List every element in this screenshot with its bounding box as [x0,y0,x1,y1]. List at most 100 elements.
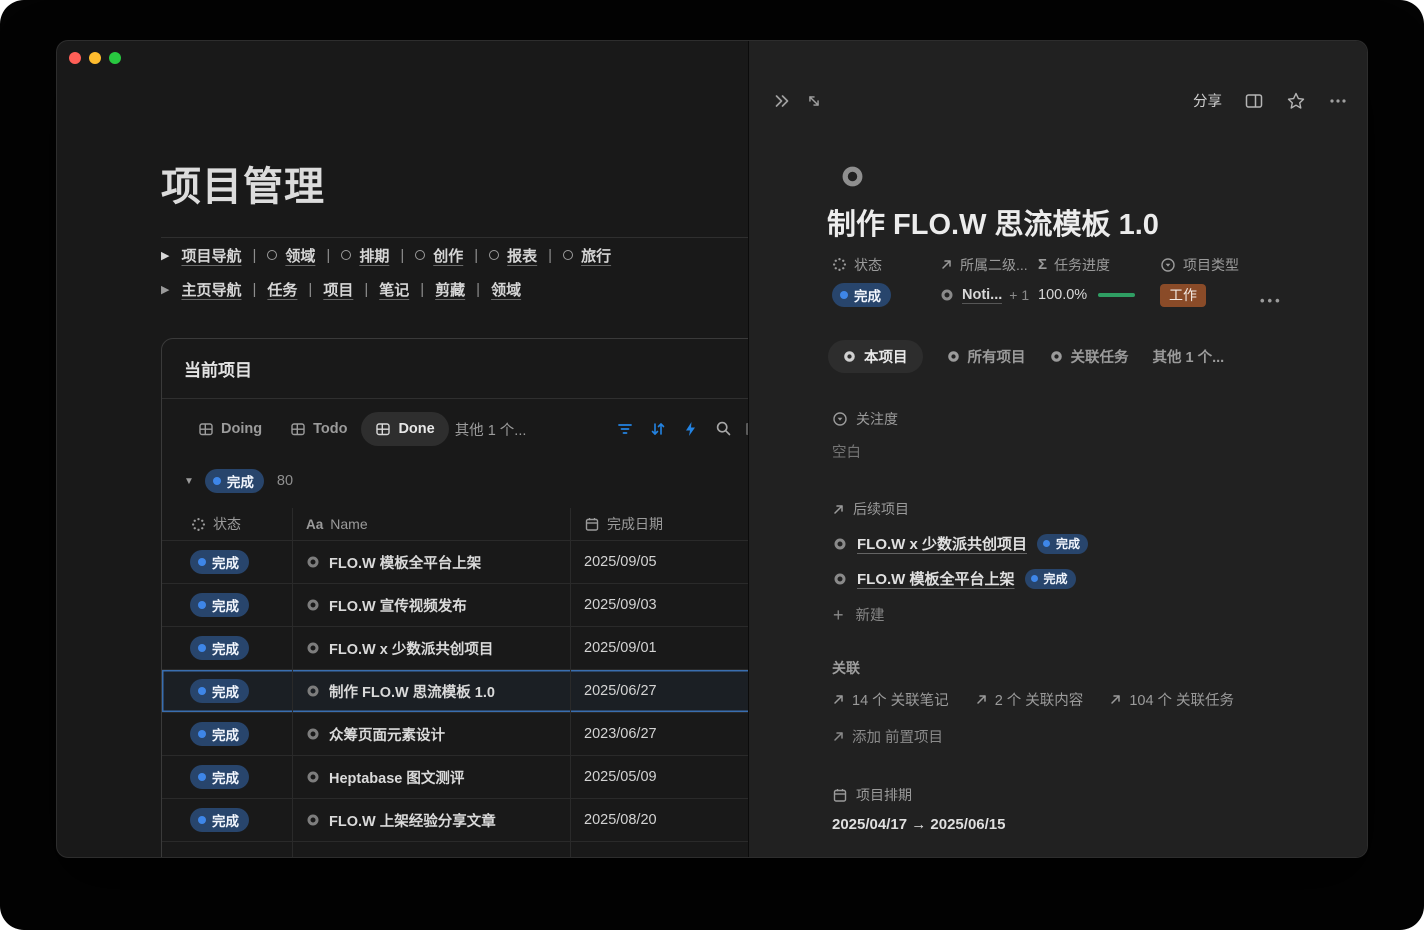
column-status[interactable]: 状态 [162,508,293,540]
favorite-star-icon[interactable] [1286,91,1306,111]
property-label[interactable]: 项目类型 [1160,256,1239,273]
close-peek-icon[interactable] [772,91,792,111]
progress-bar [1098,293,1135,297]
nav-link[interactable]: 创作 [433,245,463,266]
tab-todo[interactable]: Todo [276,412,361,446]
toggle-collapsed-icon[interactable]: ▶ [161,283,169,296]
plus-icon: + [833,606,844,624]
tab-this-project[interactable]: 本项目 [828,340,923,373]
automation-lightning-icon[interactable] [682,420,700,438]
date-value[interactable]: 2025/06/27 [584,683,657,699]
nav-link[interactable]: 项目 [323,279,353,300]
page-link[interactable]: Heptabase 图文测评 [329,767,464,788]
date-value[interactable]: 2025/09/01 [584,640,657,656]
tab-done[interactable]: Done [361,412,448,446]
nav-link[interactable]: 领域 [285,245,315,266]
date-value[interactable]: 2023/06/27 [584,726,657,742]
filter-icon[interactable] [616,420,634,438]
status-badge[interactable]: 完成 [190,550,249,574]
schedule-date-range[interactable]: 2025/04/17 → 2025/06/15 [832,816,1005,833]
new-item-button[interactable]: + 新建 [833,604,885,625]
status-badge[interactable]: 完成 [190,636,249,660]
status-badge[interactable]: 完成 [190,593,249,617]
table-row[interactable]: 完成 FLO.W 模板全平台上架 2025/09/05 [162,541,749,584]
followup-property-label[interactable]: 后续项目 [832,499,909,519]
more-options-icon[interactable] [1328,91,1348,111]
table-row-selected[interactable]: 完成 制作 FLO.W 思流模板 1.0 2025/06/27 [162,670,749,713]
relation-more-count[interactable]: + 1 [1009,287,1029,303]
nav-link[interactable]: 剪藏 [435,279,465,300]
status-badge[interactable]: 完成 [190,808,249,832]
tab-more[interactable]: 其他 1 个... [1153,340,1225,373]
sort-icon[interactable] [649,420,667,438]
date-value[interactable]: 2025/09/03 [584,597,657,613]
zoom-window-button[interactable] [109,52,121,64]
table-row[interactable]: 完成 Heptabase 图文测评 2025/05/09 [162,756,749,799]
table-row[interactable]: 完成 FLO.W 上架经验分享文章 2025/08/20 [162,799,749,842]
rollup-sigma-icon: Σ [1038,256,1047,273]
nav-link[interactable]: 任务 [267,279,297,300]
related-notes-link[interactable]: 14 个 关联笔记 [832,689,949,710]
tab-all-projects[interactable]: 所有项目 [947,340,1026,373]
peek-page-title[interactable]: 制作 FLO.W 思流模板 1.0 [827,201,1159,243]
page-link[interactable]: FLO.W 模板全平台上架 [857,568,1015,589]
related-content-link[interactable]: 2 个 关联内容 [975,689,1084,710]
toggle-collapsed-icon[interactable]: ▶ [161,249,169,262]
more-views-button[interactable]: 其他 1 个... [455,419,527,440]
nav-link[interactable]: 报表 [507,245,537,266]
search-icon[interactable] [715,420,733,438]
column-date[interactable]: 完成日期 [571,508,749,540]
page-ring-icon-large[interactable] [841,165,864,188]
schedule-property-label[interactable]: 项目排期 [832,785,912,805]
add-predecessor-button[interactable]: 添加 前置项目 [832,726,943,747]
page-link[interactable]: 众筹页面元素设计 [329,724,445,745]
page-link[interactable]: FLO.W 宣传视频发布 [329,595,467,616]
group-toggle-icon[interactable]: ▼ [184,476,194,487]
close-window-button[interactable] [69,52,81,64]
property-label[interactable]: Σ 任务进度 [1038,256,1135,273]
property-label[interactable]: 所属二级... [940,256,1029,273]
page-ring-icon [947,350,960,363]
followup-item[interactable]: FLO.W 模板全平台上架 完成 [833,568,1076,589]
page-link[interactable]: FLO.W x 少数派共创项目 [329,638,493,659]
nav-link[interactable]: 领域 [491,279,521,300]
group-status-badge[interactable]: 完成 [205,469,264,493]
focus-empty-value[interactable]: 空白 [832,441,861,462]
page-ring-icon [306,770,320,784]
followup-item[interactable]: FLO.W x 少数派共创项目 完成 [833,533,1088,554]
status-badge[interactable]: 完成 [190,765,249,789]
date-value[interactable]: 2025/08/20 [584,812,657,828]
nav-link[interactable]: 项目导航 [181,245,241,266]
side-peek-layout-icon[interactable] [1244,91,1264,111]
tab-doing[interactable]: Doing [184,412,276,446]
table-row[interactable]: 完成 FLO.W x 少数派共创项目 2025/09/01 [162,627,749,670]
tab-related-tasks[interactable]: 关联任务 [1050,340,1129,373]
column-name[interactable]: Aa Name [293,508,571,540]
more-properties-icon[interactable]: ••• [1260,293,1283,308]
nav-link[interactable]: 旅行 [581,245,611,266]
page-ring-icon [833,572,847,586]
related-tasks-link[interactable]: 104 个 关联任务 [1109,689,1234,710]
focus-property-label[interactable]: 关注度 [832,409,898,429]
nav-link[interactable]: 笔记 [379,279,409,300]
table-row[interactable]: 完成 众筹页面元素设计 2023/06/27 [162,713,749,756]
table-view-icon [290,421,306,437]
expand-page-icon[interactable] [805,92,823,110]
page-link[interactable]: FLO.W x 少数派共创项目 [857,533,1027,554]
nav-link[interactable]: 排期 [359,245,389,266]
nav-link[interactable]: 主页导航 [181,279,241,300]
date-value[interactable]: 2025/09/05 [584,554,657,570]
page-link[interactable]: FLO.W 模板全平台上架 [329,552,481,573]
property-label[interactable]: 状态 [832,256,891,273]
tag-work[interactable]: 工作 [1160,284,1206,307]
relation-page-link[interactable]: Noti... [962,287,1002,304]
table-row[interactable]: 完成 FLO.W 宣传视频发布 2025/09/03 [162,584,749,627]
status-badge[interactable]: 完成 [190,722,249,746]
status-badge[interactable]: 完成 [190,679,249,703]
status-badge[interactable]: 完成 [832,283,891,307]
date-value[interactable]: 2025/05/09 [584,769,657,785]
minimize-window-button[interactable] [89,52,101,64]
page-link[interactable]: 制作 FLO.W 思流模板 1.0 [329,681,495,702]
share-button[interactable]: 分享 [1193,90,1222,111]
page-link[interactable]: FLO.W 上架经验分享文章 [329,810,496,831]
